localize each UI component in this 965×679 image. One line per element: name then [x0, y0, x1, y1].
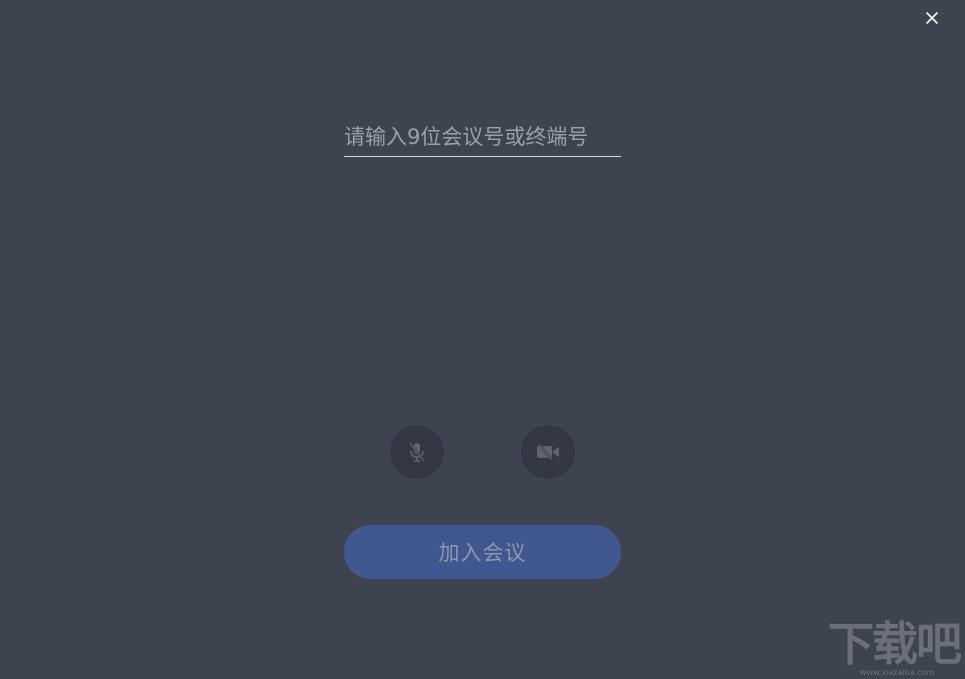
join-meeting-button[interactable]: 加入会议: [344, 525, 621, 579]
join-meeting-label: 加入会议: [438, 541, 527, 565]
meeting-number-input[interactable]: [344, 118, 621, 156]
camera-off-icon: [537, 443, 559, 461]
meeting-number-field: [344, 118, 621, 157]
join-meeting-window: 加入会议 下载吧 www.xiazaiba.com: [0, 0, 965, 679]
mic-off-icon: [409, 442, 425, 462]
microphone-toggle-button[interactable]: [390, 425, 444, 479]
watermark-logo: 下载吧 www.xiazaiba.com: [828, 618, 964, 678]
close-icon: [926, 12, 938, 24]
close-button[interactable]: [921, 7, 943, 29]
camera-toggle-button[interactable]: [521, 425, 575, 479]
watermark-text: 下载吧: [828, 617, 962, 671]
watermark-url: www.xiazaiba.com: [860, 668, 935, 677]
